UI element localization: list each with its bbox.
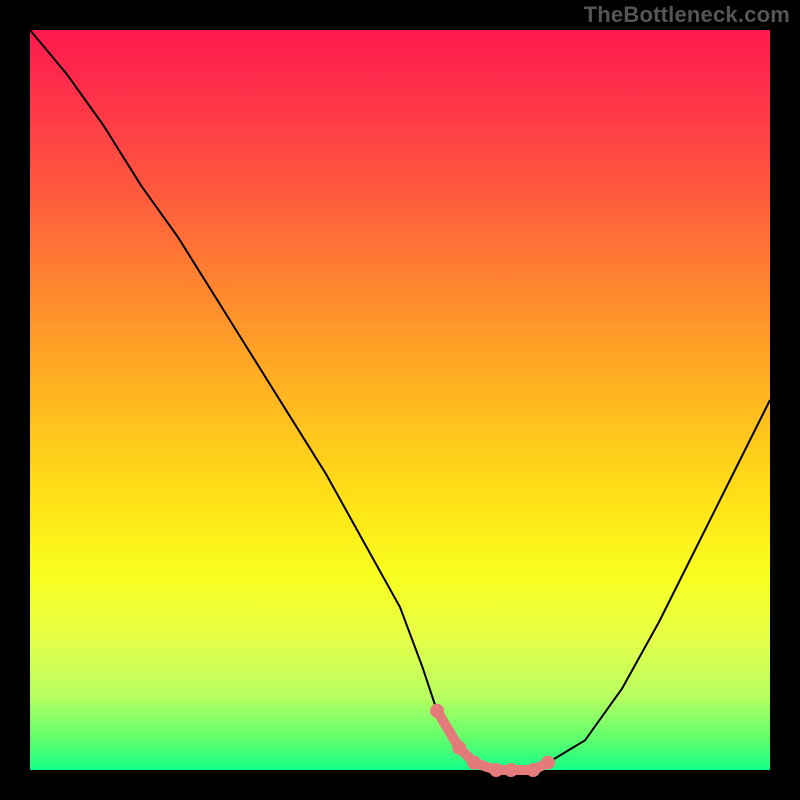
optimal-zone-dots	[430, 704, 555, 777]
plot-area	[30, 30, 770, 770]
optimal-zone-dot	[467, 756, 481, 770]
optimal-zone-dot	[541, 756, 555, 770]
optimal-zone-dot	[452, 741, 466, 755]
optimal-zone-line	[437, 711, 548, 770]
optimal-zone-dot	[526, 763, 540, 777]
bottleneck-curve-line	[30, 30, 770, 770]
chart-svg	[30, 30, 770, 770]
optimal-zone-dot	[504, 763, 518, 777]
watermark-text: TheBottleneck.com	[584, 2, 790, 28]
optimal-zone-dot	[489, 763, 503, 777]
chart-frame: TheBottleneck.com	[0, 0, 800, 800]
optimal-zone-dot	[430, 704, 444, 718]
